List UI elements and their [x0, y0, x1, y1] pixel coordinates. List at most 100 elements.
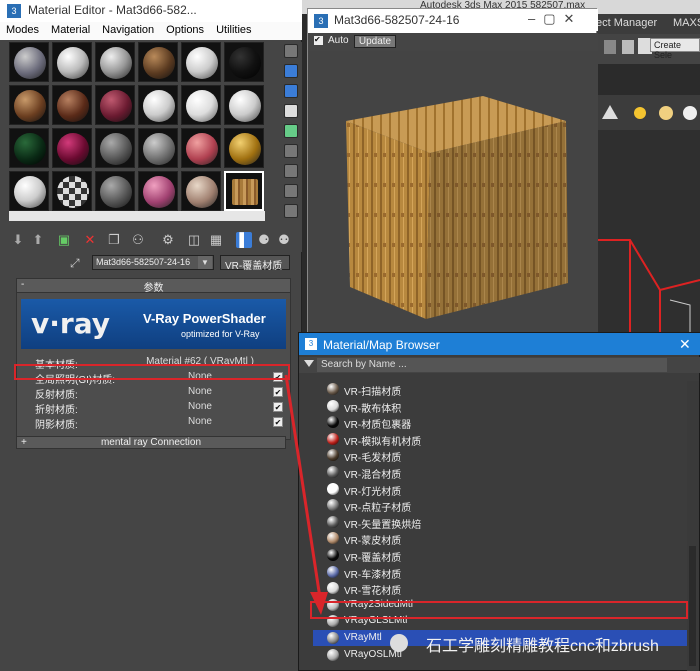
list-item[interactable]: VR-模拟有机材质: [313, 431, 687, 448]
show-end-result-icon[interactable]: ▌: [236, 232, 252, 248]
material-navigator-button[interactable]: [284, 204, 298, 218]
collapse-icon[interactable]: -: [21, 279, 24, 290]
chevron-down-icon[interactable]: [304, 360, 314, 367]
sample-uv-tiling-button[interactable]: [284, 104, 298, 118]
menu-options[interactable]: Options: [160, 22, 210, 36]
backlight-button[interactable]: [284, 64, 298, 78]
menu-navigation[interactable]: Navigation: [96, 22, 160, 36]
list-item[interactable]: VR-点粒子材质: [313, 497, 687, 514]
make-preview-button[interactable]: [284, 144, 298, 158]
menu-material[interactable]: Material: [45, 22, 96, 36]
param-row-reflect: 反射材质: None ✔: [35, 385, 287, 401]
sample-slot[interactable]: [9, 171, 49, 211]
menu-object-manager[interactable]: ect Manager: [596, 17, 657, 29]
list-item[interactable]: VR-混合材质: [313, 464, 687, 481]
menu-modes[interactable]: Modes: [0, 22, 45, 36]
go-forward-sibling-icon[interactable]: ⚉: [276, 232, 292, 248]
list-item[interactable]: VR-灯光材质: [313, 481, 687, 498]
param-map-button[interactable]: None: [135, 401, 265, 412]
background-button[interactable]: [284, 84, 298, 98]
menu-maxscript[interactable]: MAXS: [673, 17, 700, 29]
list-item-label: VR-散布体积: [344, 403, 402, 415]
window-controls[interactable]: –▢✕: [528, 11, 582, 27]
sample-slot[interactable]: [52, 128, 92, 168]
put-to-scene-icon[interactable]: ⬆: [30, 232, 46, 248]
select-by-material-button[interactable]: [284, 184, 298, 198]
sample-slot[interactable]: [138, 85, 178, 125]
list-item[interactable]: VR-毛发材质: [313, 447, 687, 465]
app-logo-icon: 3: [305, 338, 317, 350]
sample-slot[interactable]: [138, 128, 178, 168]
reset-icon[interactable]: ✕: [82, 232, 98, 248]
sample-slot[interactable]: [9, 128, 49, 168]
get-material-icon[interactable]: ⬇: [10, 232, 26, 248]
menu-utilities[interactable]: Utilities: [210, 22, 257, 36]
go-to-parent-icon[interactable]: ⚈: [256, 232, 272, 248]
make-copy-icon[interactable]: ❐: [106, 232, 122, 248]
preview-toolbar: ✔ Auto Update: [308, 33, 598, 51]
list-item-label: VR-覆盖材质: [344, 553, 402, 564]
sample-slot[interactable]: [224, 42, 264, 82]
material-editor-menubar: Modes Material Navigation Options Utilities: [0, 22, 302, 40]
sample-slot[interactable]: [181, 85, 221, 125]
sample-slot[interactable]: [95, 171, 135, 211]
sample-slot[interactable]: [9, 42, 49, 82]
make-unique-icon[interactable]: ⚇: [130, 232, 146, 248]
list-item[interactable]: VR-蒙皮材质: [313, 530, 687, 548]
sample-type-button[interactable]: [284, 44, 298, 58]
watermark-text: 石工学雕刻精雕教程cnc和zbrush: [426, 638, 659, 655]
list-item[interactable]: VR-扫描材质: [313, 381, 687, 398]
pick-material-icon[interactable]: ⤢: [70, 256, 80, 271]
show-shaded-icon[interactable]: ▦: [208, 232, 224, 248]
sample-slot[interactable]: [224, 128, 264, 168]
sample-slot-active[interactable]: [224, 171, 264, 211]
list-item-label: VR-材质包裹器: [344, 420, 412, 432]
rollout-header[interactable]: 参数: [17, 279, 290, 294]
sample-slot[interactable]: [52, 85, 92, 125]
param-map-button[interactable]: None: [135, 416, 265, 427]
list-item-label: VR-毛发材质: [344, 453, 402, 465]
material-list: VR-扫描材质 VR-散布体积 VR-材质包裹器 VR-模拟有机材质 VR-毛发材质 VR…: [313, 381, 687, 671]
close-icon[interactable]: ✕: [679, 336, 691, 353]
material-id-channel-icon[interactable]: ◫: [186, 232, 202, 248]
sample-slot[interactable]: [181, 128, 221, 168]
mental-ray-rollout[interactable]: + mental ray Connection: [16, 436, 286, 449]
list-item[interactable]: VR-雪花材质: [313, 580, 687, 597]
sample-slot[interactable]: [138, 42, 178, 82]
slots-horizontal-scrollbar[interactable]: [9, 211, 265, 221]
sample-slot[interactable]: [9, 85, 49, 125]
sample-slot[interactable]: [52, 42, 92, 82]
sample-slot[interactable]: [95, 128, 135, 168]
sample-slot[interactable]: [181, 171, 221, 211]
list-item[interactable]: VR-散布体积: [313, 398, 687, 415]
assign-to-selection-icon[interactable]: ▣: [56, 232, 72, 248]
put-to-library-icon[interactable]: ⚙: [160, 232, 176, 248]
wechat-icon: [390, 634, 408, 652]
chevron-down-icon[interactable]: ▼: [198, 256, 212, 269]
auto-checkbox[interactable]: ✔: [314, 36, 323, 45]
list-item-label: VR-蒙皮材质: [344, 536, 402, 548]
material-name-field[interactable]: Mat3d66-582507-24-16: [92, 255, 214, 270]
sample-slot[interactable]: [181, 42, 221, 82]
material-map-browser: Material/Map Browser 3 ✕ Search by Name …: [298, 332, 700, 671]
material-editor-title: Material Editor - Mat3d66-582...: [0, 0, 302, 22]
options-button[interactable]: [284, 164, 298, 178]
sample-slot[interactable]: [52, 171, 92, 211]
list-item[interactable]: VR-覆盖材质: [313, 547, 687, 564]
browser-scrollbar[interactable]: [687, 381, 699, 671]
param-map-button[interactable]: None: [135, 386, 265, 397]
banner-title: V-Ray PowerShader: [143, 311, 266, 326]
sample-slot[interactable]: [95, 85, 135, 125]
sample-slot[interactable]: [95, 42, 135, 82]
selection-set-field[interactable]: Create Sele: [650, 38, 700, 60]
sample-slots: [9, 42, 265, 212]
list-item[interactable]: VR-材质包裹器: [313, 414, 687, 432]
video-color-check-button[interactable]: [284, 124, 298, 138]
search-input[interactable]: Search by Name ...: [317, 358, 667, 372]
list-item[interactable]: VR-车漆材质: [313, 564, 687, 581]
update-button[interactable]: Update: [354, 35, 396, 48]
list-item[interactable]: VR-矢量置换烘焙: [313, 514, 687, 531]
sample-slot[interactable]: [138, 171, 178, 211]
material-type-button[interactable]: VR-覆盖材质: [220, 255, 290, 272]
sample-slot[interactable]: [224, 85, 264, 125]
